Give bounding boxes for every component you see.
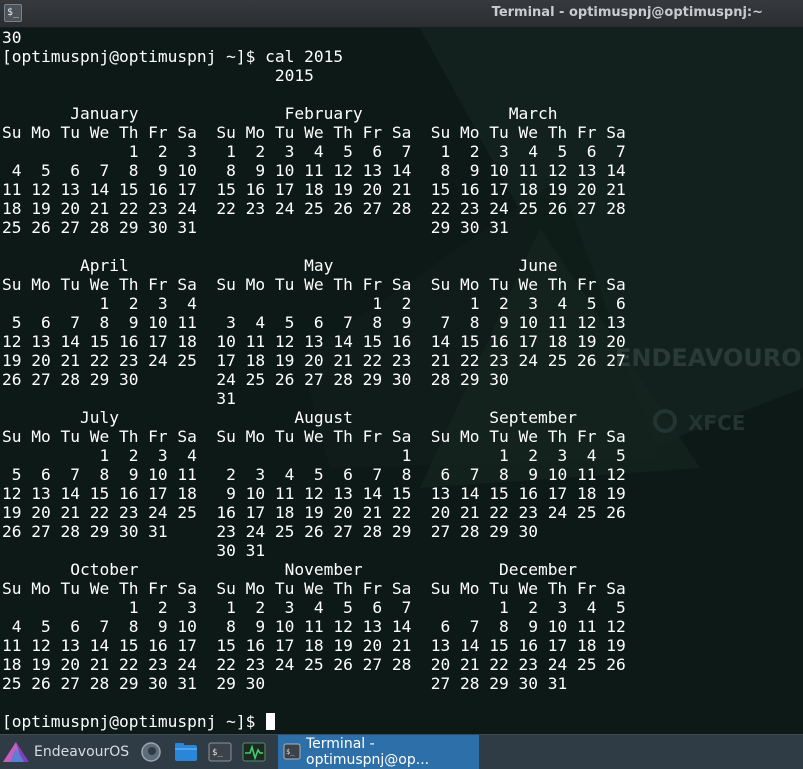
command-prompt: [optimuspnj@optimuspnj ~]$ — [2, 47, 266, 66]
terminal-launcher[interactable]: $_ — [208, 735, 232, 769]
active-prompt-line[interactable]: [optimuspnj@optimuspnj ~]$ — [2, 712, 276, 731]
system-monitor-launcher[interactable] — [242, 735, 266, 769]
whisker-menu-button[interactable]: EndeavourOS — [2, 735, 129, 769]
wallpaper-brand-text: ENDEAVOUROS — [615, 344, 803, 372]
svg-text:$_: $_ — [286, 748, 295, 756]
active-window-label: Terminal - optimuspnj@op... — [306, 736, 430, 768]
terminal-output: 30 [optimuspnj@optimuspnj ~]$ cal 2015 2… — [2, 28, 626, 693]
previous-output: 30 — [2, 28, 22, 47]
endeavouros-logo-icon — [3, 742, 29, 762]
terminal-launcher-icon: $_ — [208, 742, 232, 762]
wallpaper-subtext: XFCE — [688, 411, 745, 435]
file-manager-launcher[interactable] — [174, 735, 198, 769]
window-titlebar[interactable]: $_ Terminal - optimuspnj@optimuspnj:~ — [0, 0, 803, 28]
firefox-launcher[interactable] — [140, 735, 162, 769]
taskbar-window-terminal[interactable]: $_ Terminal - optimuspnj@op... — [278, 735, 479, 769]
system-monitor-icon — [242, 742, 266, 762]
firefox-icon — [141, 742, 161, 762]
terminal-icon[interactable]: $_ — [4, 4, 22, 22]
final-prompt: [optimuspnj@optimuspnj ~]$ — [2, 712, 266, 731]
svg-text:$_: $_ — [212, 748, 223, 758]
command-text: cal 2015 — [265, 47, 344, 66]
terminal-window-icon: $_ — [283, 743, 301, 760]
terminal-viewport[interactable]: ENDEAVOUROS XFCE 30 [optimuspnj@optimusp… — [0, 28, 803, 734]
calendar-output: 2015 January February March Su Mo Tu We … — [2, 66, 626, 693]
text-cursor — [266, 713, 276, 730]
menu-label: EndeavourOS — [34, 744, 130, 760]
window-title: Terminal - optimuspnj@optimuspnj:~ — [491, 5, 763, 20]
file-manager-icon — [175, 743, 197, 761]
taskbar: EndeavourOS $_ $_ Terminal - optimuspnj@… — [0, 734, 803, 769]
